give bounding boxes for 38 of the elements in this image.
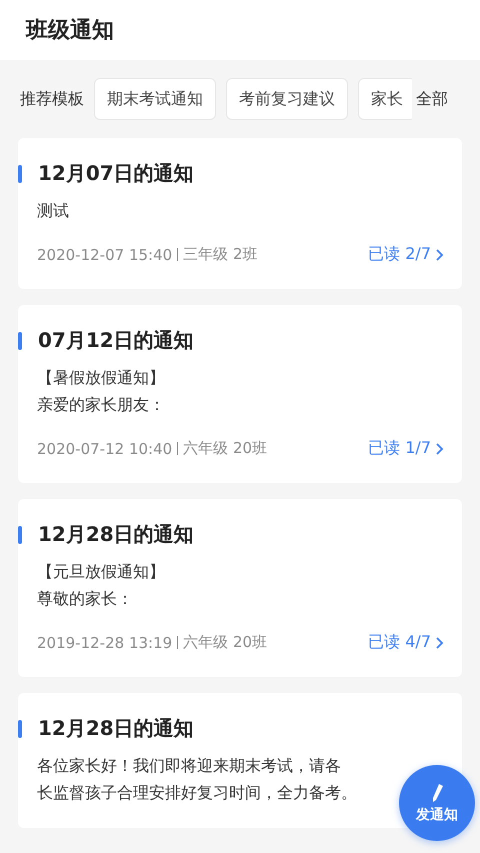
notice-text: 【元旦放假通知】 bbox=[37, 562, 165, 583]
notice-card[interactable]: 12月28日的通知 【元旦放假通知】 尊敬的家长： 2019-12-28 13:19 六年级 20班 已读 4/7 bbox=[18, 499, 462, 677]
notice-time: 2020-07-12 10:40 bbox=[37, 440, 172, 458]
pencil-icon bbox=[430, 782, 444, 802]
class-name: 六年级 20班 bbox=[183, 439, 268, 458]
chevron-right-icon bbox=[435, 636, 444, 650]
all-link[interactable]: 全部 bbox=[416, 88, 448, 110]
template-chip[interactable]: 期末考试通知 bbox=[94, 78, 216, 120]
chevron-right-icon bbox=[435, 248, 444, 262]
notice-text: 【暑假放假通知】 bbox=[37, 368, 165, 389]
notice-time: 2020-12-07 15:40 bbox=[37, 246, 172, 264]
notice-text: 亲爱的家长朋友： bbox=[37, 395, 165, 416]
class-name: 三年级 2班 bbox=[183, 245, 258, 264]
notice-time: 2019-12-28 13:19 bbox=[37, 634, 172, 652]
template-chip[interactable]: 考前复习建议 bbox=[226, 78, 348, 120]
notice-title: 12月07日的通知 bbox=[38, 160, 194, 187]
accent-bar bbox=[18, 332, 22, 350]
notice-text: 各位家长好！我们即将迎来期末考试，请各 bbox=[37, 756, 341, 777]
notice-card[interactable]: 12月07日的通知 测试 2020-12-07 15:40 三年级 2班 已读 2/7 bbox=[18, 138, 462, 289]
read-count-link[interactable]: 已读 4/7 bbox=[368, 632, 444, 653]
read-count-link[interactable]: 已读 2/7 bbox=[368, 244, 444, 265]
class-name: 六年级 20班 bbox=[183, 633, 268, 652]
page-title: 班级通知 bbox=[26, 17, 114, 45]
template-label: 推荐模板 bbox=[20, 88, 84, 110]
notice-text: 测试 bbox=[37, 201, 69, 222]
notice-text: 尊敬的家长： bbox=[37, 589, 133, 610]
notice-title: 12月28日的通知 bbox=[38, 715, 194, 742]
send-notice-button[interactable]: 发通知 bbox=[399, 765, 475, 841]
notice-card[interactable]: 07月12日的通知 【暑假放假通知】 亲爱的家长朋友： 2020-07-12 10:40 六年级 20班 已读 1/7 bbox=[18, 305, 462, 483]
read-count-link[interactable]: 已读 1/7 bbox=[368, 438, 444, 459]
notice-title: 07月12日的通知 bbox=[38, 327, 194, 354]
notice-title: 12月28日的通知 bbox=[38, 521, 194, 548]
accent-bar bbox=[18, 526, 22, 544]
chevron-right-icon bbox=[435, 442, 444, 456]
notice-text: 长监督孩子合理安排好复习时间，全力备考。 bbox=[37, 783, 357, 804]
accent-bar bbox=[18, 720, 22, 738]
template-chip[interactable]: 家长 bbox=[358, 78, 412, 120]
accent-bar bbox=[18, 164, 22, 182]
